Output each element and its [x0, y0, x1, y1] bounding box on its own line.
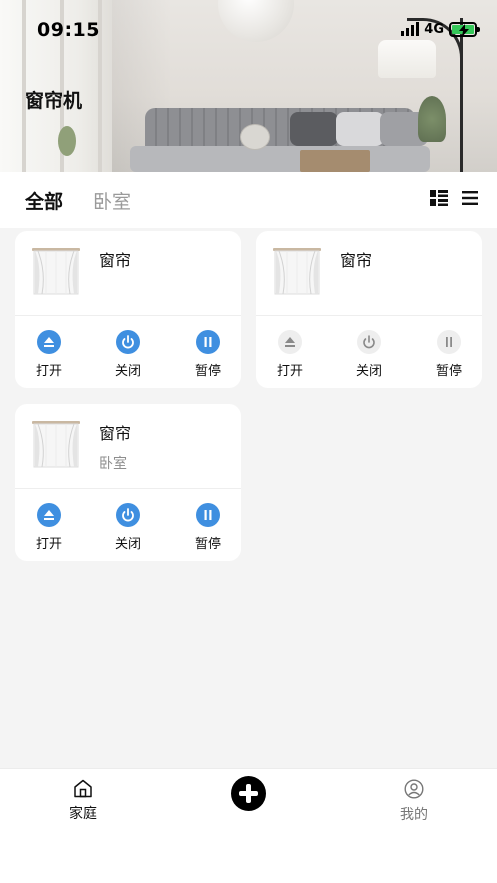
pause-icon — [437, 330, 461, 354]
eject-open-icon — [37, 503, 61, 527]
network-type: 4G — [424, 21, 444, 37]
open-button[interactable]: 打开 — [19, 503, 79, 552]
device-room: 卧室 — [99, 456, 127, 472]
pause-button[interactable]: 暂停 — [178, 503, 238, 552]
page-title: 窗帘机 — [25, 90, 83, 112]
close-label: 关闭 — [114, 537, 141, 552]
user-icon — [404, 779, 424, 799]
curtain-image — [32, 420, 80, 468]
nav-mine-label: 我的 — [400, 807, 428, 823]
card-divider — [15, 315, 241, 316]
status-indicators: 4G — [401, 20, 480, 38]
banner-lamp-image — [378, 40, 436, 78]
device-name: 窗帘 — [99, 424, 132, 443]
status-time: 09:15 — [37, 19, 100, 41]
pause-icon — [196, 503, 220, 527]
pause-button[interactable]: 暂停 — [178, 330, 238, 379]
plus-icon[interactable] — [231, 776, 266, 811]
list-view-icon[interactable] — [462, 190, 478, 206]
close-button[interactable]: 关闭 — [98, 503, 158, 552]
open-label: 打开 — [276, 364, 303, 379]
tab-bedroom[interactable]: 卧室 — [93, 187, 131, 214]
nav-home-label: 家庭 — [69, 806, 97, 822]
close-label: 关闭 — [114, 364, 141, 379]
grid-view-icon[interactable] — [430, 190, 448, 206]
open-label: 打开 — [35, 364, 62, 379]
pause-label: 暂停 — [194, 364, 221, 379]
close-button[interactable]: 关闭 — [98, 330, 158, 379]
power-icon — [116, 503, 140, 527]
device-name: 窗帘 — [340, 251, 373, 270]
curtain-image — [273, 247, 321, 295]
pause-label: 暂停 — [435, 364, 462, 379]
open-button[interactable]: 打开 — [260, 330, 320, 379]
close-button[interactable]: 关闭 — [339, 330, 399, 379]
signal-icon — [401, 22, 420, 36]
device-name: 窗帘 — [99, 251, 132, 270]
device-card-header[interactable]: 窗帘 — [15, 231, 241, 316]
pause-icon — [196, 330, 220, 354]
nav-mine[interactable]: 我的 — [384, 779, 444, 824]
tab-all[interactable]: 全部 — [25, 187, 63, 214]
device-card-header[interactable]: 窗帘 — [256, 231, 482, 316]
pause-label: 暂停 — [194, 537, 221, 552]
close-label: 关闭 — [355, 364, 382, 379]
device-card[interactable]: 窗帘 打开 关闭 暂停 — [15, 231, 241, 388]
header-banner: 09:15 4G 窗帘机 — [0, 0, 497, 172]
open-label: 打开 — [35, 537, 62, 552]
card-divider — [15, 488, 241, 489]
device-card[interactable]: 窗帘 卧室 打开 关闭 暂停 — [15, 404, 241, 561]
home-icon — [74, 779, 92, 798]
device-card[interactable]: 窗帘 打开 关闭 暂停 — [256, 231, 482, 388]
pause-button[interactable]: 暂停 — [419, 330, 479, 379]
open-button[interactable]: 打开 — [19, 330, 79, 379]
power-icon — [357, 330, 381, 354]
power-icon — [116, 330, 140, 354]
filter-bar: 全部 卧室 — [0, 172, 497, 228]
nav-home[interactable]: 家庭 — [53, 779, 113, 823]
bottom-nav: 家庭 我的 — [0, 768, 497, 883]
banner-chandelier-image — [218, 0, 294, 42]
card-divider — [256, 315, 482, 316]
curtain-image — [32, 247, 80, 295]
eject-open-icon — [37, 330, 61, 354]
eject-open-icon — [278, 330, 302, 354]
device-card-header[interactable]: 窗帘 卧室 — [15, 404, 241, 489]
battery-charging-icon — [449, 21, 480, 37]
